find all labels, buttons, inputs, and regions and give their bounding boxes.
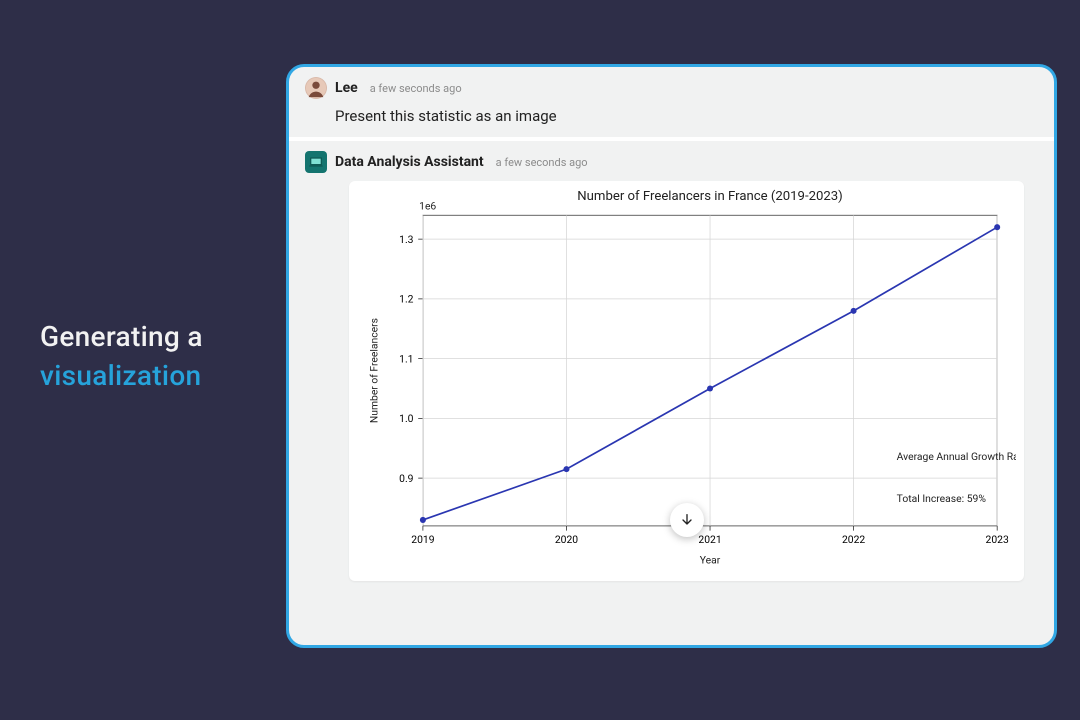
x-tick-label: 2023 bbox=[986, 533, 1009, 546]
y-tick-label: 0.9 bbox=[399, 472, 414, 485]
sender-name: Lee bbox=[335, 80, 358, 96]
data-point bbox=[707, 385, 713, 391]
timestamp: a few seconds ago bbox=[370, 82, 462, 95]
x-tick-label: 2020 bbox=[555, 533, 578, 546]
y-axis-label: Number of Freelancers bbox=[368, 318, 381, 423]
y-tick-label: 1.2 bbox=[399, 293, 414, 306]
chart-annotation: Total Increase: 59% bbox=[897, 492, 987, 505]
hero-text: Generating a visualization bbox=[40, 320, 203, 392]
x-tick-label: 2022 bbox=[842, 533, 865, 546]
chat-panel: Lee a few seconds ago Present this stati… bbox=[286, 64, 1057, 648]
scroll-down-button[interactable] bbox=[670, 503, 704, 537]
timestamp: a few seconds ago bbox=[496, 156, 588, 169]
x-tick-label: 2021 bbox=[698, 533, 721, 546]
y-tick-label: 1.0 bbox=[399, 412, 414, 425]
message-body: Present this statistic as an image bbox=[335, 107, 1038, 125]
hero-line-1: Generating a bbox=[40, 320, 203, 353]
hero-line-2: visualization bbox=[40, 359, 203, 392]
y-tick-label: 1.1 bbox=[399, 352, 413, 365]
x-axis-label: Year bbox=[700, 554, 721, 567]
sender-name: Data Analysis Assistant bbox=[335, 154, 484, 170]
x-tick-label: 2019 bbox=[411, 533, 434, 546]
message-header: Data Analysis Assistant a few seconds ag… bbox=[305, 151, 1038, 173]
data-point bbox=[420, 517, 426, 523]
user-avatar-icon bbox=[305, 77, 327, 99]
user-message: Lee a few seconds ago Present this stati… bbox=[289, 67, 1054, 137]
assistant-message: Data Analysis Assistant a few seconds ag… bbox=[289, 141, 1054, 581]
data-point bbox=[563, 466, 569, 472]
data-point bbox=[851, 308, 857, 314]
chart-annotation: Average Annual Growth Rate: 12.3% bbox=[897, 450, 1016, 463]
message-header: Lee a few seconds ago bbox=[305, 77, 1038, 99]
assistant-avatar-icon bbox=[305, 151, 327, 173]
chart-title: Number of Freelancers in France (2019-20… bbox=[577, 189, 842, 204]
arrow-down-icon bbox=[679, 512, 695, 528]
data-point bbox=[994, 224, 1000, 230]
y-tick-label: 1.3 bbox=[399, 233, 414, 246]
chart-card: Number of Freelancers in France (2019-20… bbox=[349, 181, 1024, 581]
y-multiplier-label: 1e6 bbox=[419, 200, 436, 213]
